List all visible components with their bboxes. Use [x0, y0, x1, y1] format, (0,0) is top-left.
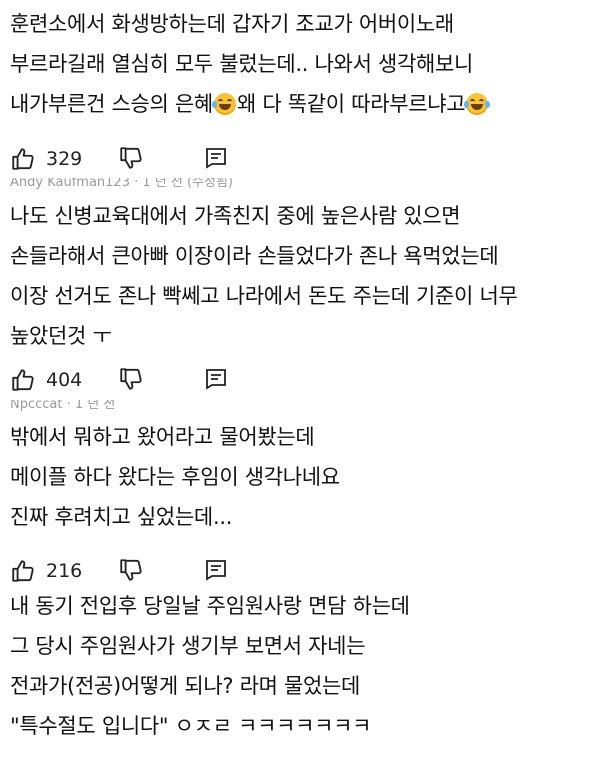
comment-line: 부르라길래 열심히 모두 불렀는데.. 나와서 생각해보니 [10, 52, 474, 76]
comment-line: 내 동기 전입후 당일날 주임원사랑 면담 하는데 [10, 594, 410, 618]
like-button[interactable]: 329 [10, 139, 82, 179]
tears-of-joy-emoji-icon [464, 93, 491, 115]
reply-button[interactable] [204, 146, 228, 174]
dislike-button[interactable] [118, 145, 144, 175]
thumbs-up-icon [12, 369, 34, 391]
comment-header-cut: Andy Kaufman123 · 1 년 전 (수정됨) [10, 178, 233, 190]
reply-comment-icon [206, 369, 226, 390]
sweat-laugh-emoji-icon [211, 93, 236, 115]
reply-button[interactable] [204, 558, 228, 586]
reply-comment-icon [206, 560, 226, 581]
dislike-button[interactable] [118, 557, 144, 587]
thumbs-down-icon [120, 147, 142, 169]
comment-action-bar: 404 [10, 360, 310, 400]
comment-line: 높았던것 ㅜ [10, 324, 112, 348]
like-count: 216 [46, 560, 83, 582]
comment-line: "특수절도 입니다" ㅇㅈㄹ ㅋㅋㅋㅋㅋㅋㅋ [10, 714, 372, 738]
comment-line: 진짜 후려치고 싶었는데... [10, 505, 233, 529]
reply-button[interactable] [204, 367, 228, 395]
comment-line: 내가부른건 스승의 은혜 왜 다 똑같이 따라부르냐고 [10, 84, 595, 124]
comment-line: 전과가(전공)어떻게 되나? 라며 물었는데 [10, 674, 361, 698]
comment-text: 내 동기 전입후 당일날 주임원사랑 면담 하는데 그 당시 주임원사가 생기부… [10, 586, 595, 746]
thumbs-up-icon [12, 560, 34, 582]
like-button[interactable]: 216 [10, 551, 82, 591]
comment-line: 밖에서 뭐하고 왔어라고 물어봤는데 [10, 425, 315, 449]
thumbs-down-icon [120, 368, 142, 390]
reply-comment-icon [206, 148, 226, 169]
comment-line: 이장 선거도 존나 빡쎄고 나라에서 돈도 주는데 기준이 너무 [10, 284, 518, 308]
like-count: 404 [46, 369, 83, 391]
comment-text: 훈련소에서 화생방하는데 갑자기 조교가 어버이노래 부르라길래 열심히 모두 … [10, 4, 595, 124]
comment-text: 나도 신병교육대에서 가족친지 중에 높은사람 있으면 손들라해서 큰아빠 이장… [10, 196, 595, 356]
comment-line: 나도 신병교육대에서 가족친지 중에 높은사람 있으면 [10, 204, 461, 228]
thumbs-up-icon [12, 148, 34, 170]
comment-action-bar: 329 [10, 139, 310, 179]
dislike-button[interactable] [118, 366, 144, 396]
like-button[interactable]: 404 [10, 360, 82, 400]
comment-line: 그 당시 주임원사가 생기부 보면서 자네는 [10, 634, 366, 658]
comment-line: 메이플 하다 왔다는 후임이 생각나네요 [10, 465, 340, 489]
comment-text: 밖에서 뭐하고 왔어라고 물어봤는데 메이플 하다 왔다는 후임이 생각나네요 … [10, 417, 595, 537]
comment-header-cut: Npcccat · 1 년 전 [10, 400, 116, 412]
comment-line: 훈련소에서 화생방하는데 갑자기 조교가 어버이노래 [10, 12, 454, 36]
comment-action-bar: 216 [10, 551, 310, 591]
like-count: 329 [46, 148, 83, 170]
thumbs-down-icon [120, 559, 142, 581]
comment-line: 손들라해서 큰아빠 이장이라 손들었다가 존나 욕먹었는데 [10, 244, 499, 268]
